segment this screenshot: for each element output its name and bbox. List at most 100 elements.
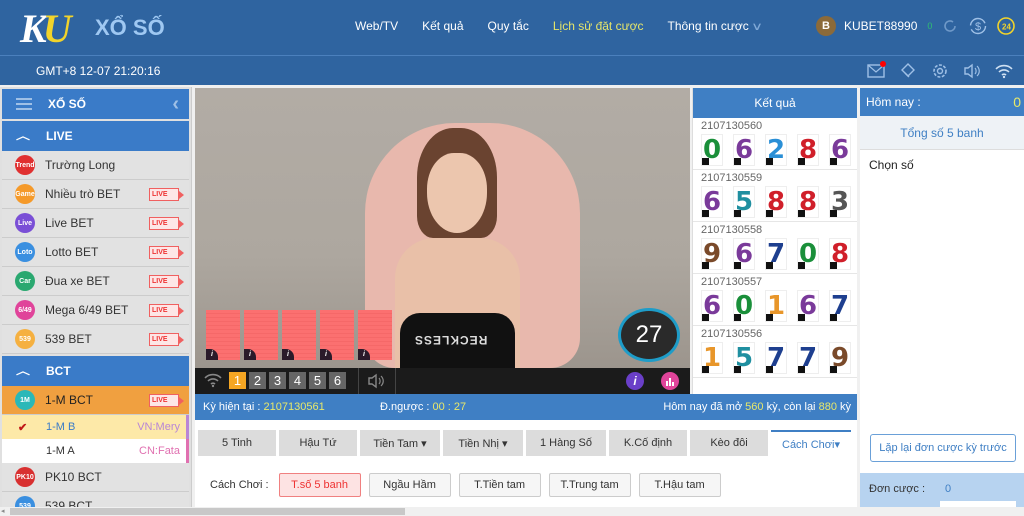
group-label: BCT bbox=[46, 364, 71, 378]
ball-tag-icon bbox=[766, 210, 773, 217]
ball-tag-icon bbox=[798, 158, 805, 165]
camera-4-button[interactable]: 4 bbox=[289, 372, 306, 389]
camera-3-button[interactable]: 3 bbox=[269, 372, 286, 389]
result-round: 2107130556 1 5 7 7 9 bbox=[693, 326, 857, 378]
sidebar-subitem[interactable]: 1-M A CN:Fata bbox=[2, 439, 189, 463]
tab-bet-type[interactable]: 1 Hàng Số bbox=[526, 430, 606, 456]
camera-selector: 123456 bbox=[229, 372, 346, 389]
play-option-button[interactable]: T.Trung tam bbox=[548, 473, 631, 497]
ball-tag-icon bbox=[766, 366, 773, 373]
scroll-left-icon[interactable]: ◂ bbox=[1, 507, 5, 515]
countdown-info: Đ.ngược : 00 : 27 bbox=[380, 401, 466, 413]
utility-icons bbox=[866, 61, 1014, 81]
result-ball: 5 bbox=[733, 342, 755, 374]
sidebar-item[interactable]: 539 539 BCT bbox=[2, 492, 189, 507]
info-tag-icon: i bbox=[282, 349, 294, 360]
support-24-icon[interactable]: 24 bbox=[996, 16, 1016, 36]
sound-icon[interactable] bbox=[962, 61, 982, 81]
svg-text:$: $ bbox=[975, 21, 981, 33]
sidebar-item[interactable]: 6/49 Mega 6/49 BET LIVE bbox=[2, 296, 189, 325]
result-ball: 7 bbox=[797, 342, 819, 374]
tab-bet-type[interactable]: 5 Tinh bbox=[198, 430, 276, 456]
kubet-logo[interactable]: K U bbox=[20, 6, 72, 51]
tab-bet-type[interactable]: Hậu Tứ bbox=[279, 430, 357, 456]
checkmark-icon: ✔ bbox=[18, 421, 28, 434]
round-id: 2107130558 bbox=[701, 224, 763, 236]
round-id: 2107130559 bbox=[701, 172, 763, 184]
settings-icon[interactable] bbox=[930, 61, 950, 81]
signal-icon[interactable] bbox=[203, 372, 223, 391]
transfer-money-icon[interactable]: $ bbox=[968, 16, 988, 36]
nav-web-tv[interactable]: Web/TV bbox=[355, 19, 398, 33]
game-icon: Live bbox=[15, 213, 35, 233]
live-badge-icon: LIVE bbox=[149, 217, 184, 230]
result-cards: iiiii bbox=[206, 310, 392, 360]
clean-icon[interactable] bbox=[898, 61, 918, 81]
nav-rules[interactable]: Quy tắc bbox=[488, 19, 529, 33]
stats-icon[interactable] bbox=[661, 372, 679, 390]
camera-5-button[interactable]: 5 bbox=[309, 372, 326, 389]
sidebar-item-label: Live BET bbox=[45, 216, 94, 230]
nav-bet-info[interactable]: Thông tin cược ∨ bbox=[668, 19, 763, 33]
camera-6-button[interactable]: 6 bbox=[329, 372, 346, 389]
tab-bet-type[interactable]: Tiền Tam ▾ bbox=[360, 430, 440, 456]
sidebar-item[interactable]: Live Live BET LIVE bbox=[2, 209, 189, 238]
menu-icon[interactable] bbox=[16, 95, 32, 113]
sidebar-item-label: 539 BET bbox=[45, 332, 92, 346]
sidebar-item[interactable]: Loto Lotto BET LIVE bbox=[2, 238, 189, 267]
sidebar-subitem[interactable]: ✔ 1-M B VN:Mery bbox=[2, 415, 189, 439]
camera-1-button[interactable]: 1 bbox=[229, 372, 246, 389]
tab-bet-type[interactable]: Tiền Nhị ▾ bbox=[443, 430, 523, 456]
wifi-icon[interactable] bbox=[994, 61, 1014, 81]
tab-bet-type[interactable]: Kèo đôi bbox=[690, 430, 768, 456]
video-controls: 123456 i bbox=[195, 368, 690, 394]
result-card: i bbox=[244, 310, 278, 360]
play-label: Cách Chơi : bbox=[210, 479, 269, 491]
ball-tag-icon bbox=[766, 314, 773, 321]
avatar[interactable]: B bbox=[816, 16, 836, 36]
sidebar-item[interactable]: 539 539 BET LIVE bbox=[2, 325, 189, 354]
refresh-icon[interactable] bbox=[940, 16, 960, 36]
play-option-button[interactable]: Ngầu Hầm bbox=[368, 473, 451, 497]
sidebar-item[interactable]: Game Nhiều trò BET LIVE bbox=[2, 180, 189, 209]
bet-type-tabs: 5 Tinh Hậu Tứ Tiền Tam ▾ Tiền Nhị ▾ 1 Hàng S… bbox=[198, 430, 851, 456]
tab-bet-type[interactable]: Cách Chơi▾ bbox=[771, 430, 851, 456]
sidebar-item-label: 1-M BCT bbox=[45, 393, 93, 407]
speaker-icon[interactable] bbox=[367, 373, 387, 392]
repeat-last-bet-button[interactable]: Lặp lại đơn cược kỳ trước bbox=[870, 434, 1016, 462]
bet-slip-label: Đơn cược : bbox=[869, 483, 926, 495]
live-video-stream[interactable]: RECKLESS i i i i i 27 bbox=[195, 88, 690, 368]
info-icon[interactable]: i bbox=[626, 372, 644, 390]
result-balls: 60167 bbox=[701, 290, 857, 322]
horizontal-scrollbar[interactable]: ◂ bbox=[0, 507, 1024, 516]
result-ball: 3 bbox=[829, 186, 851, 218]
scrollbar-thumb[interactable] bbox=[10, 508, 405, 515]
ball-tag-icon bbox=[830, 262, 837, 269]
play-option-button[interactable]: T.Hậu tam bbox=[638, 473, 721, 497]
sidebar-group-bct[interactable]: ︿ BCT bbox=[2, 356, 189, 386]
sidebar-item[interactable]: Car Đua xe BET LIVE bbox=[2, 267, 189, 296]
play-option-button[interactable]: T.Tiền tam bbox=[458, 473, 541, 497]
bet-panel: Hôm nay : 0 Tổng số 5 banh Chọn số Lặp l… bbox=[860, 88, 1024, 511]
result-balls: 65883 bbox=[701, 186, 857, 218]
camera-2-button[interactable]: 2 bbox=[249, 372, 266, 389]
sidebar-item[interactable]: Trend Trường Long bbox=[2, 151, 189, 180]
results-title: Kết quả bbox=[693, 88, 857, 118]
ball-tag-icon bbox=[830, 158, 837, 165]
today-mid: kỳ, còn lại bbox=[766, 401, 816, 413]
collapse-sidebar-icon[interactable]: ‹ bbox=[172, 93, 179, 116]
play-option-button[interactable]: T.số 5 banh bbox=[278, 473, 361, 497]
sidebar-item[interactable]: PK10 PK10 BCT bbox=[2, 463, 189, 492]
result-ball: 2 bbox=[765, 134, 787, 166]
nav-results[interactable]: Kết quả bbox=[422, 19, 463, 33]
game-icon: 1M bbox=[15, 390, 35, 410]
tab-bet-type[interactable]: K.Cố định bbox=[609, 430, 687, 456]
mail-icon[interactable] bbox=[866, 61, 886, 81]
sidebar-item[interactable]: 1M 1-M BCT LIVE bbox=[2, 386, 189, 415]
result-ball: 0 bbox=[701, 134, 723, 166]
ball-tag-icon bbox=[702, 366, 709, 373]
result-round: 2107130558 9 6 7 0 8 bbox=[693, 222, 857, 274]
result-ball: 7 bbox=[765, 342, 787, 374]
nav-bet-history[interactable]: Lịch sử đặt cược bbox=[553, 19, 644, 33]
sidebar-group-live[interactable]: ︿ LIVE bbox=[2, 121, 189, 151]
